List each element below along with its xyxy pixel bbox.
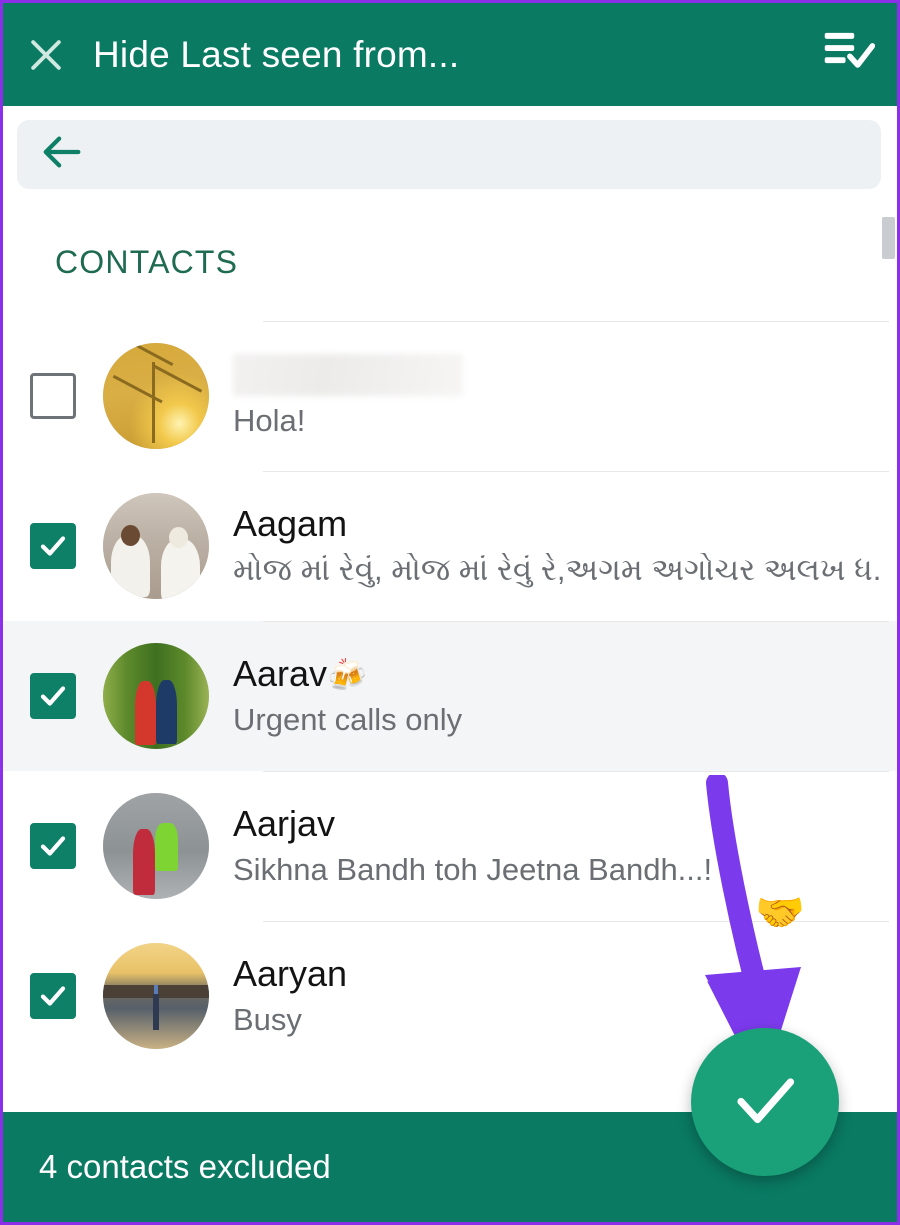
table-row[interactable]: Aagam મોજ માં રેવું, મોજ માં રેવું રે,અગ… — [3, 471, 897, 621]
search-back-button[interactable] — [17, 120, 109, 189]
back-arrow-icon — [40, 129, 86, 180]
table-row[interactable]: Aarav🍻 Urgent calls only — [3, 621, 897, 771]
contact-checkbox[interactable] — [3, 973, 103, 1019]
contact-meta: Aaryan Busy — [233, 954, 897, 1037]
checkbox-box — [30, 373, 76, 419]
checkbox-box — [30, 673, 76, 719]
contact-name: Aagam — [233, 504, 348, 545]
contact-name-emoji: 🍻 — [327, 657, 367, 694]
avatar — [103, 343, 209, 449]
contact-meta: Aarav🍻 Urgent calls only — [233, 654, 897, 737]
check-icon — [729, 1064, 801, 1141]
table-row[interactable]: Hola! — [3, 321, 897, 471]
contact-meta: Aagam મોજ માં રેવું, મોજ માં રેવું રે,અગ… — [233, 504, 897, 587]
search-bar[interactable] — [17, 120, 881, 189]
row-divider — [263, 321, 889, 322]
contact-status: Urgent calls only — [233, 702, 463, 737]
row-divider — [263, 771, 889, 772]
contact-checkbox[interactable] — [3, 823, 103, 869]
avatar — [103, 643, 209, 749]
fab-confirm-button[interactable] — [691, 1028, 839, 1176]
row-divider — [263, 471, 889, 472]
avatar — [103, 493, 209, 599]
contacts-list[interactable]: CONTACTS Hola! Aagam મોજ માં રેવું, મોજ … — [3, 203, 897, 1112]
contact-status: Sikhna Bandh toh Jeetna Bandh...! — [233, 852, 713, 887]
contact-checkbox[interactable] — [3, 673, 103, 719]
checkbox-box — [30, 523, 76, 569]
page-title: Hide Last seen from... — [93, 33, 460, 75]
contact-status: Hola! — [233, 403, 306, 438]
status-badge: 4 contacts excluded — [39, 1148, 331, 1185]
section-header-contacts: CONTACTS — [55, 243, 239, 280]
contact-name — [233, 353, 463, 396]
contact-name-wrap: Aarav🍻 — [233, 654, 881, 694]
screenshot-frame: Hide Last seen from... CONTACTS Hola! Aa… — [0, 0, 900, 1225]
contact-checkbox[interactable] — [3, 523, 103, 569]
select-all-icon — [823, 29, 876, 80]
close-icon — [24, 33, 68, 77]
checkbox-box — [30, 973, 76, 1019]
app-bar: Hide Last seen from... — [3, 3, 897, 106]
contact-name: Aarav — [233, 654, 328, 695]
contact-checkbox[interactable] — [3, 373, 103, 419]
avatar — [103, 793, 209, 899]
contact-name: Aarjav — [233, 804, 336, 845]
search-bar-container — [3, 106, 897, 203]
contact-meta: Hola! — [233, 353, 897, 439]
contact-meta: Aarjav Sikhna Bandh toh Jeetna Bandh...! — [233, 804, 897, 887]
search-input[interactable] — [109, 120, 881, 189]
scrollbar-thumb[interactable] — [882, 217, 895, 259]
avatar — [103, 943, 209, 1049]
contact-status: મોજ માં રેવું, મોજ માં રેવું રે,અગમ અગોચ… — [233, 552, 881, 587]
status-emoji-partial: 🤝 — [755, 891, 805, 935]
checkbox-box — [30, 823, 76, 869]
close-button[interactable] — [3, 3, 89, 106]
select-all-button[interactable] — [801, 3, 897, 106]
row-divider — [263, 621, 889, 622]
contact-name: Aaryan — [233, 954, 348, 995]
